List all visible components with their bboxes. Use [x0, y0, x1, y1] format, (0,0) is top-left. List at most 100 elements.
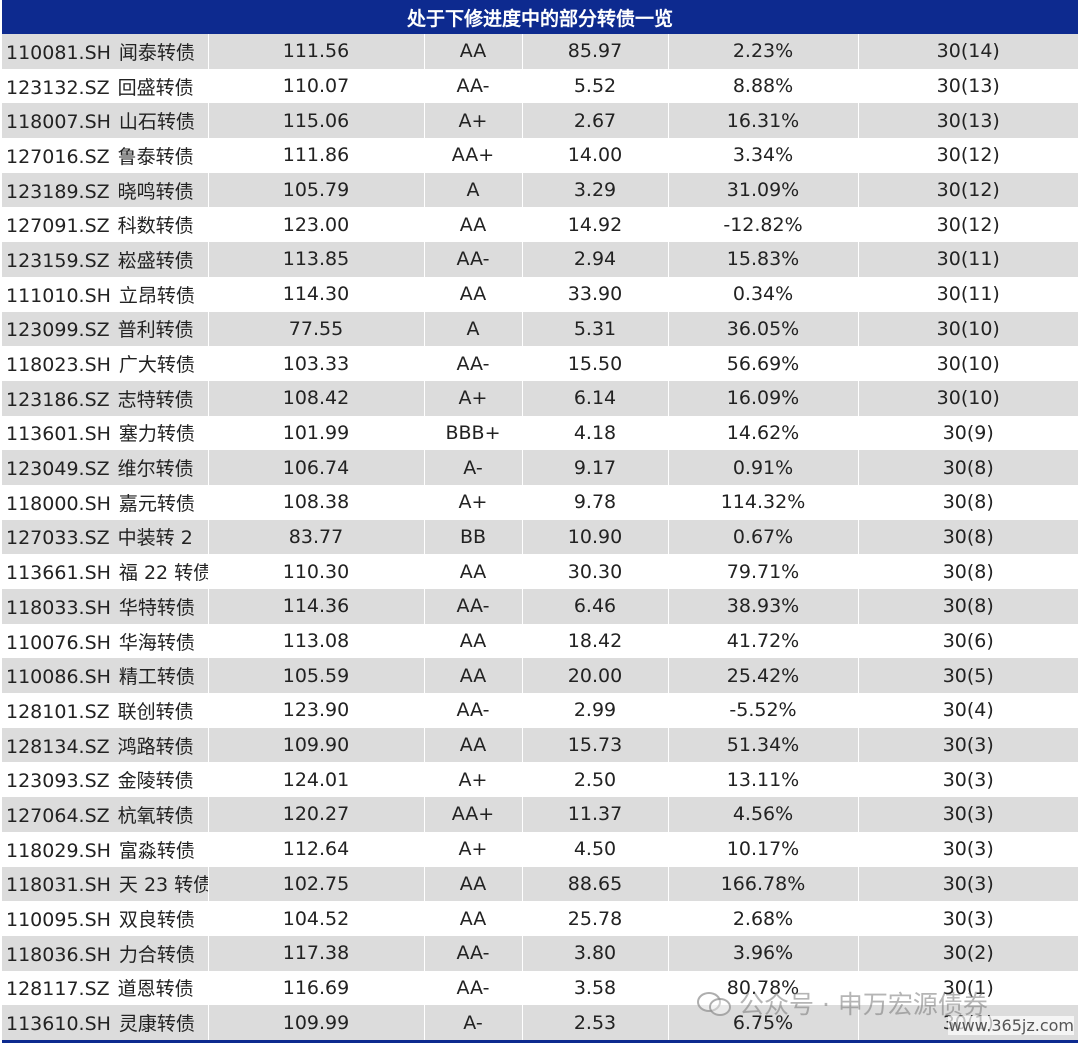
cell-rating: AA- [424, 346, 523, 381]
bond-cell: 123099.SZ 普利转债 [2, 311, 209, 347]
cell-price: 103.33 [208, 346, 425, 381]
cell-c6: 30(12) [858, 172, 1078, 208]
bond-name: 富淼转债 [118, 839, 195, 862]
bond-cell: 123186.SZ 志特转债 [2, 380, 209, 416]
cell-c5: 2.23% [668, 34, 859, 69]
cell-price: 77.55 [208, 311, 425, 347]
bond-code: 128117.SZ [6, 978, 110, 1001]
bond-name: 双良转债 [118, 909, 195, 932]
bond-name: 鲁泰转债 [117, 145, 194, 168]
bond-code: 123093.SZ [6, 770, 110, 793]
cell-c5: 0.67% [668, 519, 859, 555]
bond-code: 127064.SZ [6, 804, 110, 827]
table-row: 123132.SZ 回盛转债 110.07 AA- 5.52 8.88% 30(13) [2, 68, 1078, 104]
cell-c5: 3.34% [668, 138, 859, 173]
cell-c6: 30(3) [858, 762, 1078, 798]
bottom-rule [2, 1039, 1078, 1043]
table-container: 处于下修进度中的部分转债一览 110081.SH 闻泰转债 111.56 AA 85.9… [2, 0, 1078, 1043]
bond-cell: 118007.SH 山石转债 [2, 103, 209, 139]
cell-price: 111.86 [208, 138, 425, 173]
bond-code: 113661.SH [6, 562, 111, 585]
cell-rating: AA [424, 866, 523, 902]
bond-code: 110081.SH [6, 41, 111, 64]
table-row: 128117.SZ 道恩转债 116.69 AA- 3.58 80.78% 30(1) [2, 970, 1078, 1006]
cell-rating: A+ [424, 380, 523, 416]
bond-cell: 127064.SZ 杭氧转债 [2, 797, 209, 832]
cell-rating: AA- [424, 693, 523, 728]
cell-rating: AA- [424, 68, 523, 104]
cell-c6: 30(11) [858, 242, 1078, 277]
cell-rating: A+ [424, 762, 523, 798]
cell-rating: AA- [424, 970, 523, 1006]
table-row: 127064.SZ 杭氧转债 120.27 AA+ 11.37 4.56% 30(3) [2, 797, 1078, 832]
site-watermark: www.365jz.com [948, 1016, 1074, 1035]
cell-rating: AA+ [424, 138, 523, 173]
bond-name: 天 23 转债 [118, 874, 208, 897]
cell-c5: 4.56% [668, 797, 859, 832]
cell-rating: BBB+ [424, 415, 523, 451]
cell-c4: 5.52 [522, 68, 669, 104]
bond-code: 123159.SZ [6, 249, 110, 272]
cell-c4: 88.65 [522, 866, 669, 902]
cell-c6: 30(11) [858, 276, 1078, 312]
bond-cell: 127033.SZ 中装转 2 [2, 519, 209, 555]
cell-rating: AA [424, 727, 523, 763]
bond-code: 127033.SZ [6, 527, 110, 550]
cell-c4: 4.50 [522, 831, 669, 867]
cell-c6: 30(3) [858, 797, 1078, 832]
table-title: 处于下修进度中的部分转债一览 [2, 0, 1078, 34]
bond-name: 山石转债 [118, 111, 195, 134]
table-row: 123049.SZ 维尔转债 106.74 A- 9.17 0.91% 30(8) [2, 450, 1078, 485]
cell-rating: AA [424, 623, 523, 659]
cell-c6: 30(13) [858, 68, 1078, 104]
cell-price: 116.69 [208, 970, 425, 1006]
bond-code: 113601.SH [6, 423, 111, 446]
bond-cell: 118023.SH 广大转债 [2, 346, 209, 381]
bond-code: 118023.SH [6, 354, 111, 377]
bond-code: 113610.SH [6, 1013, 111, 1036]
cell-price: 123.90 [208, 693, 425, 728]
table-row: 128134.SZ 鸿路转债 109.90 AA 15.73 51.34% 30(3) [2, 727, 1078, 763]
cell-price: 109.90 [208, 727, 425, 763]
bond-cell: 113661.SH 福 22 转债 [2, 554, 209, 589]
cell-c5: 80.78% [668, 970, 859, 1006]
bond-cell: 111010.SH 立昂转债 [2, 276, 209, 312]
cell-c6: 30(8) [858, 519, 1078, 555]
cell-c5: 14.62% [668, 415, 859, 451]
cell-c5: 36.05% [668, 311, 859, 347]
bond-cell: 123189.SZ 晓鸣转债 [2, 172, 209, 208]
cell-rating: A [424, 172, 523, 208]
cell-c4: 85.97 [522, 34, 669, 69]
cell-c4: 3.29 [522, 172, 669, 208]
cell-rating: A- [424, 1005, 523, 1040]
table-row: 113661.SH 福 22 转债 110.30 AA 30.30 79.71% 30(8) [2, 554, 1078, 589]
cell-c6: 30(12) [858, 138, 1078, 173]
cell-price: 114.36 [208, 589, 425, 624]
bond-cell: 128134.SZ 鸿路转债 [2, 727, 209, 763]
cell-c4: 2.94 [522, 242, 669, 277]
cell-rating: AA- [424, 589, 523, 624]
bond-cell: 123049.SZ 维尔转债 [2, 450, 209, 485]
table-row: 118000.SH 嘉元转债 108.38 A+ 9.78 114.32% 30(8) [2, 484, 1078, 520]
cell-price: 108.38 [208, 484, 425, 520]
bond-cell: 110095.SH 双良转债 [2, 901, 209, 936]
cell-c6: 30(8) [858, 554, 1078, 589]
cell-c5: 15.83% [668, 242, 859, 277]
bond-table: 110081.SH 闻泰转债 111.56 AA 85.97 2.23% 30(14) 123… [2, 34, 1078, 1040]
bond-name: 塞力转债 [118, 423, 195, 446]
cell-c6: 30(14) [858, 34, 1078, 69]
bond-code: 123049.SZ [6, 458, 110, 481]
table-row: 118023.SH 广大转债 103.33 AA- 15.50 56.69% 30(10) [2, 346, 1078, 381]
cell-rating: AA+ [424, 797, 523, 832]
table-row: 118031.SH 天 23 转债 102.75 AA 88.65 166.78% 30(3… [2, 866, 1078, 902]
cell-rating: A+ [424, 103, 523, 139]
cell-price: 113.85 [208, 242, 425, 277]
cell-c5: 0.91% [668, 450, 859, 485]
cell-c6: 30(2) [858, 935, 1078, 971]
cell-c6: 30(13) [858, 103, 1078, 139]
cell-rating: AA [424, 207, 523, 243]
cell-c5: 31.09% [668, 172, 859, 208]
cell-c4: 6.14 [522, 380, 669, 416]
cell-c4: 14.92 [522, 207, 669, 243]
cell-c4: 14.00 [522, 138, 669, 173]
